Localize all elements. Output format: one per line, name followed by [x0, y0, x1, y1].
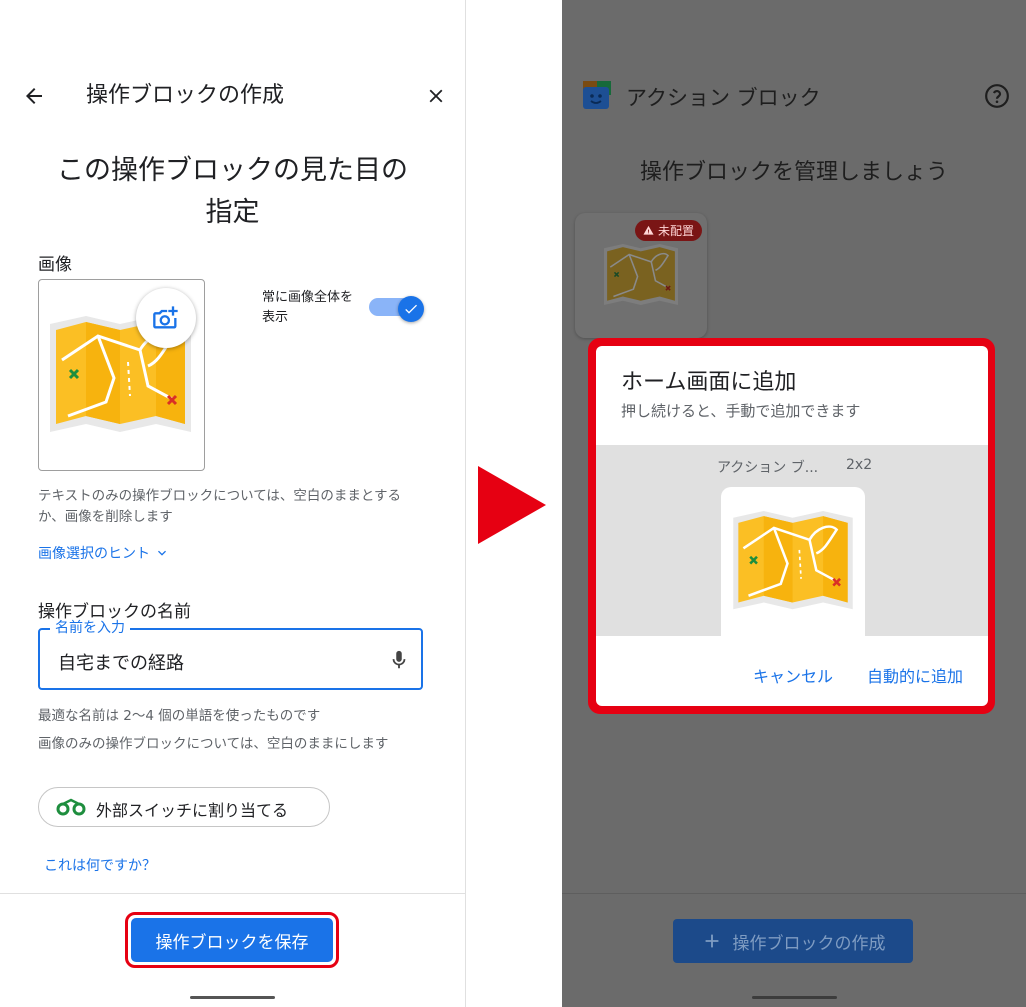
- close-button[interactable]: [420, 80, 452, 112]
- widget-size: 2x2: [846, 457, 873, 473]
- widget-map-icon: [733, 511, 853, 610]
- tile-map-icon: [603, 244, 679, 305]
- create-block-label: 操作ブロックの作成: [732, 933, 886, 954]
- plus-icon: [705, 934, 718, 948]
- help-button[interactable]: [982, 81, 1012, 111]
- microphone-icon: [392, 650, 406, 669]
- page-heading: この操作ブロックの見た目の 指定: [0, 150, 465, 234]
- widget-name: アクション ブ...: [717, 460, 819, 476]
- toggle-label-line1: 常に画像全体を: [262, 290, 354, 305]
- help-icon: [985, 84, 1009, 108]
- chevron-down-icon: [158, 550, 166, 556]
- gesture-bar-right: [752, 996, 837, 999]
- what-is-this-link[interactable]: これは何ですか？: [44, 855, 156, 875]
- cancel-button[interactable]: キャンセル: [753, 663, 833, 687]
- image-tips-label: 画像選択のヒント: [38, 546, 150, 562]
- image-tips-link[interactable]: 画像選択のヒント: [38, 543, 170, 563]
- toggle-label-line2: 表示: [262, 310, 289, 325]
- close-icon: [429, 89, 443, 103]
- auto-add-button[interactable]: 自動的に追加: [867, 663, 963, 687]
- toggle-knob[interactable]: [398, 296, 424, 322]
- footer-divider-right: [562, 893, 1026, 894]
- gesture-bar: [190, 996, 275, 999]
- status-badge-label: 未配置: [657, 224, 694, 238]
- add-photo-button[interactable]: [136, 288, 196, 348]
- create-block-button[interactable]: 操作ブロックの作成: [673, 919, 913, 963]
- image-section-label: 画像: [38, 255, 72, 275]
- name-hint-1: 最適な名前は 2〜4 個の単語を使ったものです: [38, 708, 321, 724]
- manage-heading: 操作ブロックを管理しましょう: [639, 160, 948, 185]
- name-hint-2: 画像のみの操作ブロックについては、空白のままにします: [38, 736, 389, 752]
- page-heading-line1: この操作ブロックの見た目の: [57, 155, 408, 186]
- name-field-value[interactable]: 自宅までの経路: [58, 649, 184, 675]
- image-hint: テキストのみの操作ブロックについては、空白のままとする か、画像を削除します: [38, 486, 401, 528]
- name-field-label: 名前を入力: [50, 619, 130, 637]
- app-logo-icon: [583, 81, 611, 109]
- image-hint-line1: テキストのみの操作ブロックについては、空白のままとする: [38, 488, 402, 504]
- footer-divider: [0, 893, 465, 894]
- page-title: 操作ブロックの作成: [86, 83, 285, 108]
- status-badge: 未配置: [635, 220, 702, 241]
- dialog-title: ホーム画面に追加: [621, 370, 797, 395]
- camera-add-icon: [153, 306, 178, 329]
- check-icon: [405, 304, 417, 314]
- app-title: アクション ブロック: [626, 86, 821, 110]
- toggle-label: 常に画像全体を 表示: [262, 288, 353, 328]
- dialog-subtitle: 押し続けると、手動で追加できます: [621, 402, 861, 420]
- image-hint-line2: か、画像を削除します: [38, 509, 173, 525]
- arrow-right-icon: [478, 466, 546, 544]
- switch-icon: [56, 798, 86, 816]
- back-button[interactable]: [18, 80, 50, 112]
- page-heading-line2: 指定: [205, 197, 260, 228]
- back-arrow-icon: [26, 88, 42, 104]
- save-block-button[interactable]: 操作ブロックを保存: [131, 918, 333, 962]
- warning-icon: [643, 225, 654, 235]
- voice-input-button[interactable]: [384, 645, 414, 675]
- assign-switch-label: 外部スイッチに割り当てる: [96, 801, 289, 820]
